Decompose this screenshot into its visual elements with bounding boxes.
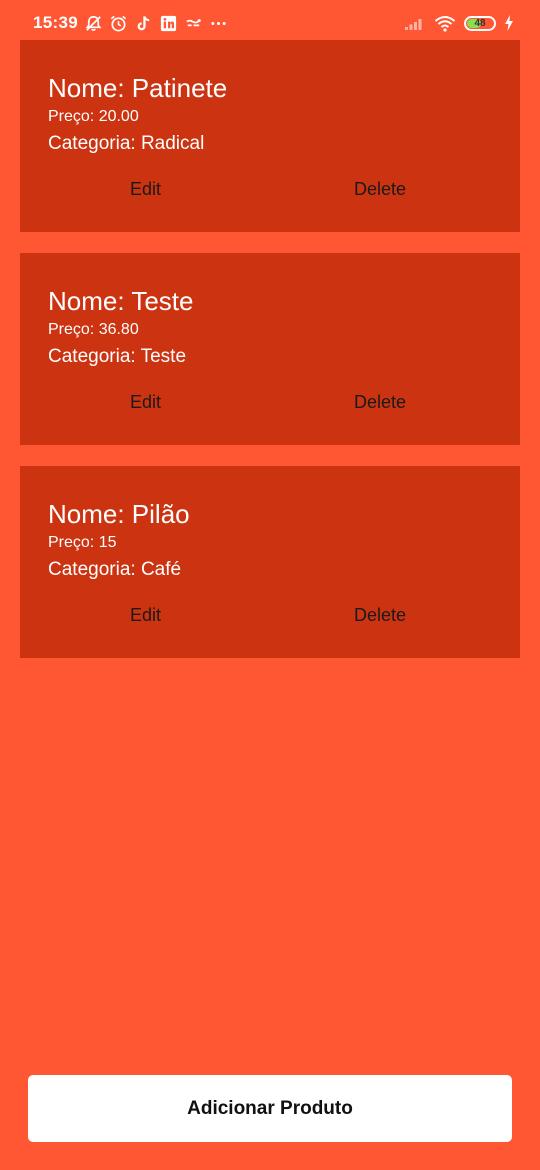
app-notification-icon: [186, 18, 201, 26]
status-time: 15:39: [33, 13, 78, 32]
product-price: Preço: 36.80: [48, 321, 139, 338]
product-card: Nome: Patinete Preço: 20.00 Categoria: R…: [20, 40, 520, 232]
battery-icon: 48: [464, 15, 496, 31]
charging-icon: [505, 15, 513, 31]
more-dots-icon: [211, 21, 226, 25]
product-price: Preço: 15: [48, 534, 117, 551]
status-bar: 15:39 48: [0, 0, 540, 44]
product-card: Nome: Pilão Preço: 15 Categoria: Café Ed…: [20, 466, 520, 658]
status-icons-right: 48: [404, 12, 514, 34]
delete-button[interactable]: Delete: [354, 392, 406, 413]
status-icons-left: [84, 13, 228, 33]
tiktok-icon: [137, 15, 150, 30]
product-price: Preço: 20.00: [48, 108, 139, 125]
delete-button[interactable]: Delete: [354, 605, 406, 626]
delete-button[interactable]: Delete: [354, 179, 406, 200]
linkedin-icon: [160, 15, 177, 31]
battery-level: 48: [474, 17, 486, 29]
alarm-clock-icon: [110, 15, 127, 31]
edit-button[interactable]: Edit: [130, 605, 161, 626]
edit-button[interactable]: Edit: [130, 179, 161, 200]
product-name: Nome: Patinete: [48, 73, 228, 103]
add-product-button[interactable]: Adicionar Produto: [28, 1075, 512, 1142]
wifi-icon: [434, 15, 456, 32]
product-name: Nome: Teste: [48, 286, 194, 316]
edit-button[interactable]: Edit: [130, 392, 161, 413]
signal-icon: [405, 19, 422, 30]
alarm-off-icon: [85, 15, 102, 31]
product-card: Nome: Teste Preço: 36.80 Categoria: Test…: [20, 253, 520, 445]
product-category: Categoria: Teste: [48, 346, 187, 367]
product-name: Nome: Pilão: [48, 499, 190, 529]
product-list: Nome: Patinete Preço: 20.00 Categoria: R…: [20, 40, 520, 679]
product-category: Categoria: Radical: [48, 133, 205, 154]
product-category: Categoria: Café: [48, 559, 182, 580]
